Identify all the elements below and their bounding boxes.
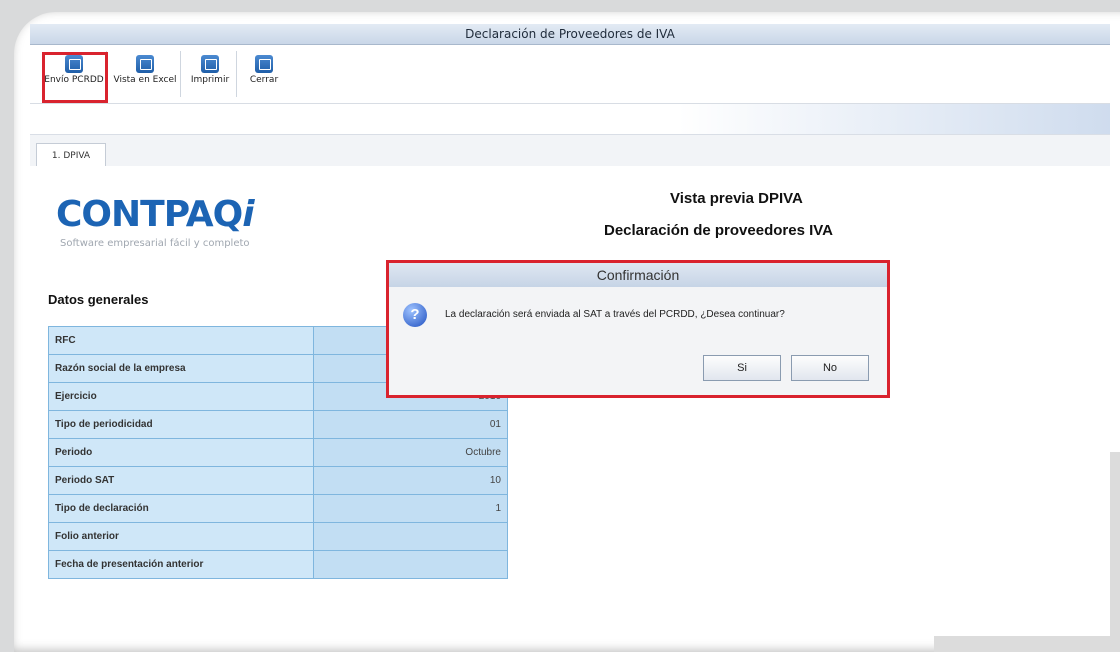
table-row: Tipo de declaración 1 <box>48 494 508 523</box>
table-row: Folio anterior <box>48 522 508 551</box>
preview-subtitle: Declaración de proveedores IVA <box>604 222 833 239</box>
sub-toolbar <box>30 104 1110 134</box>
tab-strip: 1. DPIVA <box>30 134 1110 168</box>
dialog-title: Confirmación <box>389 263 887 287</box>
table-row: Periodo SAT 10 <box>48 466 508 495</box>
preview-title: Vista previa DPIVA <box>670 190 803 207</box>
section-heading: Datos generales <box>48 292 149 307</box>
no-button[interactable]: No <box>791 355 869 381</box>
yes-button[interactable]: Si <box>703 355 781 381</box>
send-pcrdd-highlight <box>42 52 108 103</box>
tab-dpiva[interactable]: 1. DPIVA <box>36 143 106 168</box>
window-title: Declaración de Proveedores de IVA <box>30 24 1110 45</box>
print-button[interactable]: Imprimir <box>184 51 237 97</box>
close-button[interactable]: Cerrar <box>242 51 286 97</box>
toolbar: Envío PCRDD Vista en Excel Imprimir Cerr… <box>30 45 1110 104</box>
dialog-message: La declaración será enviada al SAT a tra… <box>445 309 785 320</box>
confirmation-dialog: Confirmación ? La declaración será envia… <box>386 260 890 398</box>
table-row: Fecha de presentación anterior <box>48 550 508 579</box>
spreadsheet-icon <box>136 55 154 73</box>
excel-view-button[interactable]: Vista en Excel <box>110 51 181 97</box>
contpaqi-logo: CONTPAQi <box>56 194 255 235</box>
table-row: Periodo Octubre <box>48 438 508 467</box>
logo-tagline: Software empresarial fácil y completo <box>60 238 250 249</box>
exit-icon <box>255 55 273 73</box>
table-row: Tipo de periodicidad 01 <box>48 410 508 439</box>
printer-icon <box>201 55 219 73</box>
question-icon: ? <box>403 303 427 327</box>
